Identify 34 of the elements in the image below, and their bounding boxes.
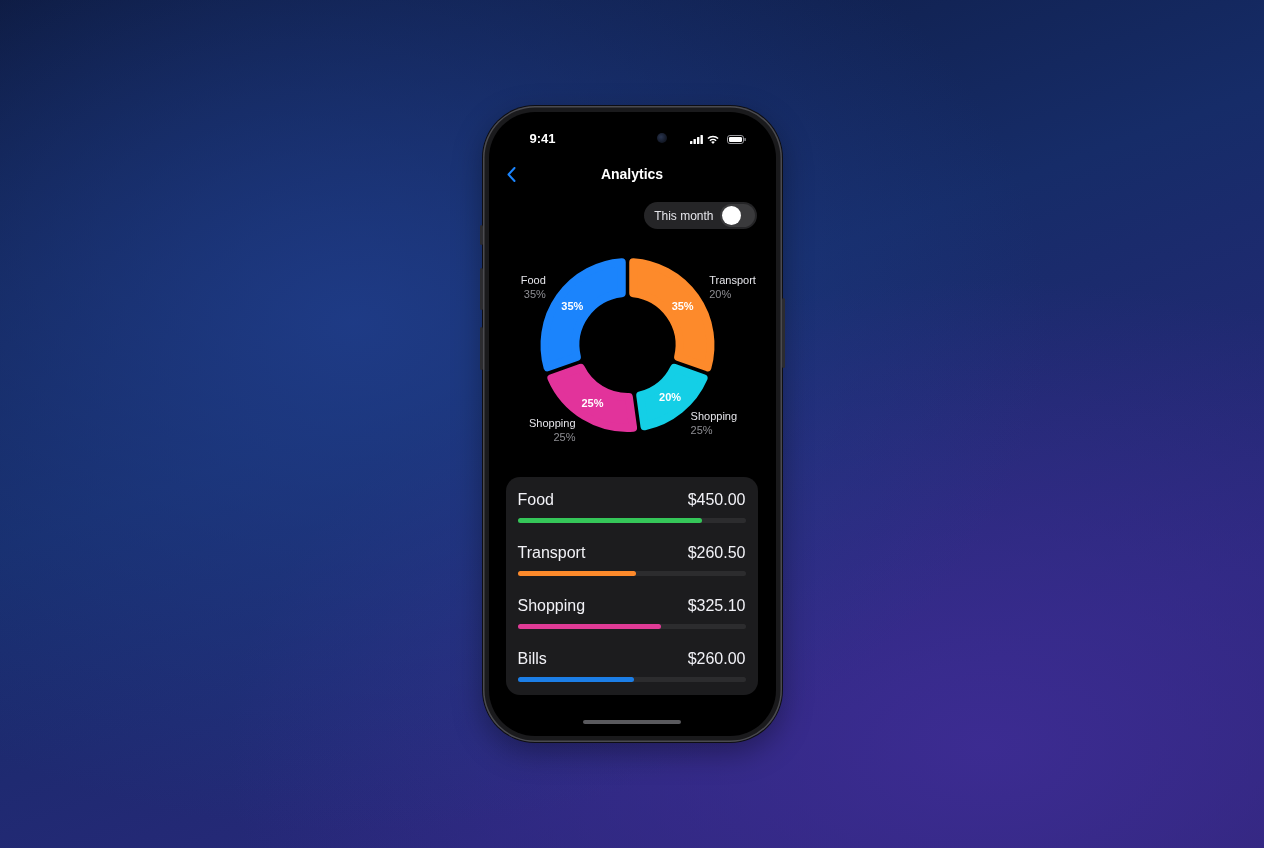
amount-text: $450.00 <box>687 490 746 510</box>
toggle-label: This month <box>654 208 714 223</box>
percent-label: 25% <box>690 423 713 436</box>
back-button[interactable] <box>505 165 518 183</box>
side-button[interactable] <box>479 327 483 370</box>
category-label: Shopping <box>529 417 576 430</box>
slice-value-label: 20% <box>659 391 682 404</box>
category-name: Food <box>517 490 554 510</box>
signal-icon <box>689 134 703 144</box>
category-label: Transport <box>709 274 756 287</box>
chevron-left-icon <box>507 166 516 182</box>
wifi-icon <box>706 134 719 144</box>
amount-text: $260.00 <box>687 649 746 669</box>
category-label: Food <box>520 274 546 287</box>
side-button[interactable] <box>479 268 483 310</box>
battery-icon <box>726 134 746 144</box>
slice-value-label: 35% <box>671 300 694 313</box>
slice-value-label: 35% <box>561 300 584 313</box>
slice-value-label: 25% <box>581 396 604 409</box>
screen-title: Analytics <box>600 165 664 183</box>
amount-text: $260.50 <box>687 543 746 563</box>
percent-label: 20% <box>709 288 732 301</box>
category-name: Shopping <box>517 596 586 616</box>
percent-label: 25% <box>553 431 576 444</box>
status-time: 9:41 <box>529 131 556 147</box>
toggle-switch[interactable] <box>719 204 755 227</box>
category-name: Bills <box>517 649 547 669</box>
percent-label: 35% <box>523 288 546 301</box>
category-label: Shopping <box>690 409 738 422</box>
category-name: Transport <box>517 543 586 563</box>
amount-text: $325.10 <box>687 596 746 616</box>
side-button[interactable] <box>781 298 785 368</box>
camera-icon <box>656 133 667 143</box>
side-button[interactable] <box>479 225 483 245</box>
